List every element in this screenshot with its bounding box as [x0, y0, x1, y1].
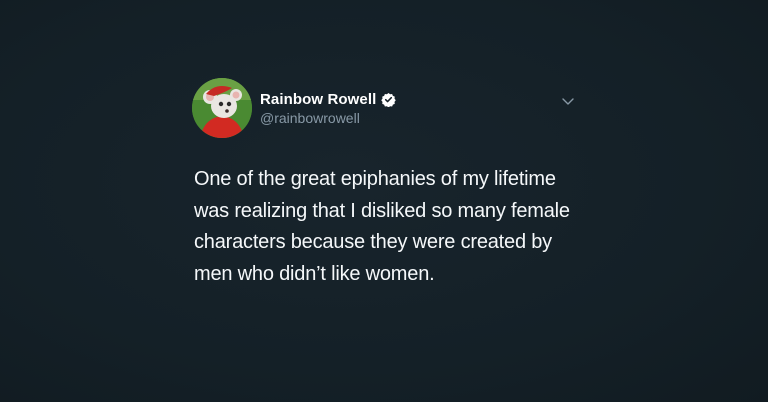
- verified-badge-icon: [381, 92, 397, 107]
- page: Rainbow Rowell @rainbowrowell One of the…: [0, 0, 768, 402]
- tweet-text: One of the great epiphanies of my lifeti…: [194, 168, 570, 285]
- author-handle[interactable]: @rainbowrowell: [260, 110, 396, 126]
- tweet-header: Rainbow Rowell @rainbowrowell: [192, 70, 587, 140]
- avatar[interactable]: [192, 78, 252, 138]
- chevron-down-icon[interactable]: [560, 94, 576, 105]
- author-names: Rainbow Rowell @rainbowrowell: [260, 89, 397, 126]
- mouse-cartoon-avatar-icon: [192, 78, 252, 138]
- tweet-card[interactable]: Rainbow Rowell @rainbowrowell One of the…: [192, 70, 587, 285]
- display-name-row: Rainbow Rowell: [260, 89, 397, 109]
- author-display-name[interactable]: Rainbow Rowell: [260, 91, 376, 108]
